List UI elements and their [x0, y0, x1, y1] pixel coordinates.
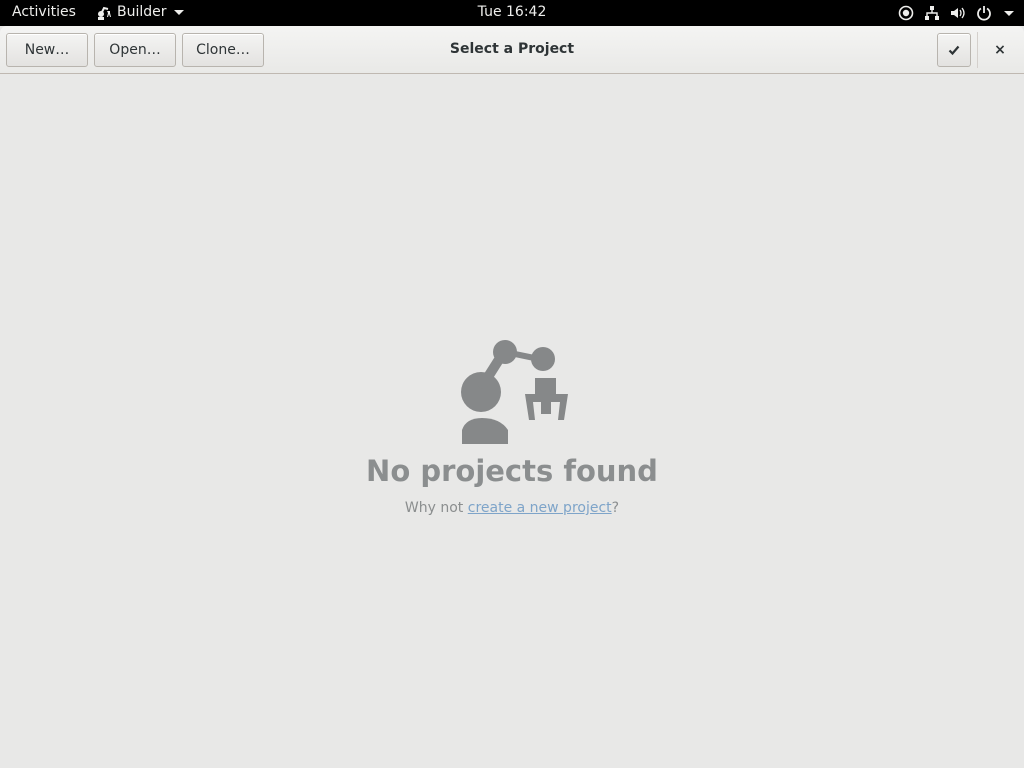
- system-menu-chevron-icon[interactable]: [1004, 10, 1014, 16]
- network-icon[interactable]: [924, 5, 940, 21]
- header-bar: New… Open… Clone… Select a Project ×: [0, 26, 1024, 74]
- header-separator: [977, 32, 978, 68]
- robot-arm-icon: [461, 340, 568, 444]
- empty-state: No projects found Why not create a new p…: [0, 338, 1024, 516]
- empty-state-prefix: Why not: [404, 500, 468, 516]
- volume-icon[interactable]: [950, 5, 966, 21]
- accessibility-icon[interactable]: [898, 5, 914, 21]
- top-bar: Activities Builder Tue 16:42: [0, 0, 1024, 26]
- empty-state-message: Why not create a new project?: [0, 500, 1024, 516]
- clock[interactable]: Tue 16:42: [0, 4, 1024, 20]
- system-tray[interactable]: [898, 0, 1014, 26]
- check-icon: [948, 45, 960, 56]
- empty-state-title: No projects found: [366, 454, 658, 488]
- close-icon: ×: [994, 42, 1006, 58]
- empty-state-suffix: ?: [611, 500, 620, 516]
- close-button[interactable]: ×: [990, 41, 1010, 61]
- select-mode-button[interactable]: [937, 33, 971, 67]
- window-title: Select a Project: [449, 41, 575, 57]
- power-icon[interactable]: [976, 5, 992, 21]
- create-project-link[interactable]: create a new project: [468, 500, 612, 516]
